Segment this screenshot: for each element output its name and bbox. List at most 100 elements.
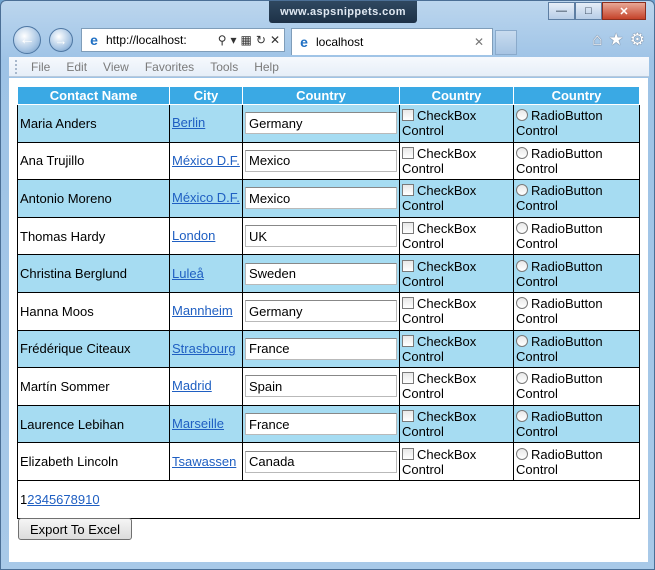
compat-view-icon[interactable]: ▦ — [241, 33, 252, 47]
country-checkbox[interactable] — [402, 410, 414, 423]
search-icon[interactable]: ⚲ — [218, 33, 227, 47]
page-content: Contact Name City Country Country Countr… — [9, 78, 648, 562]
cell-country-checkbox: CheckBox Control — [399, 442, 514, 481]
city-link[interactable]: Strasbourg — [172, 341, 240, 356]
country-textbox[interactable] — [245, 112, 397, 135]
cell-city: México D.F. — [169, 141, 243, 181]
city-link[interactable]: México D.F. — [172, 191, 240, 205]
new-tab-button[interactable] — [495, 30, 517, 55]
country-radio-button[interactable] — [516, 146, 528, 159]
close-tab-icon[interactable]: ✕ — [474, 35, 484, 49]
country-radio-button[interactable] — [516, 222, 528, 235]
cell-contact-name: Thomas Hardy — [17, 216, 170, 256]
country-checkbox[interactable] — [402, 297, 414, 310]
menu-favorites[interactable]: Favorites — [145, 60, 194, 74]
table-row: Laurence Lebihan Marseille CheckBox Cont… — [17, 404, 640, 444]
header-city: City — [169, 86, 243, 105]
country-textbox[interactable] — [245, 300, 397, 323]
cell-country-textbox — [242, 367, 400, 406]
close-window-icon[interactable]: ✕ — [602, 2, 646, 20]
menu-edit[interactable]: Edit — [66, 60, 87, 74]
country-checkbox[interactable] — [402, 259, 414, 272]
country-textbox[interactable] — [245, 375, 397, 398]
country-checkbox[interactable] — [402, 372, 414, 385]
country-textbox[interactable] — [245, 450, 397, 473]
country-radio-button[interactable] — [516, 184, 528, 197]
cell-country-textbox — [242, 291, 400, 331]
stop-icon[interactable]: ✕ — [270, 33, 280, 47]
header-country-textbox: Country — [242, 86, 400, 105]
country-checkbox[interactable] — [402, 334, 414, 347]
maximize-icon[interactable]: □ — [575, 2, 602, 20]
country-checkbox[interactable] — [402, 146, 414, 159]
city-link[interactable]: Madrid — [172, 379, 240, 393]
gear-icon[interactable]: ⚙ — [630, 30, 645, 50]
country-checkbox[interactable] — [402, 184, 414, 197]
cell-city: Madrid — [169, 367, 243, 406]
cell-contact-name: Christina Berglund — [17, 254, 170, 293]
cell-city: México D.F. — [169, 179, 243, 218]
city-link[interactable]: México D.F. — [172, 153, 240, 168]
city-link[interactable]: Mannheim — [172, 304, 240, 318]
cell-city: Marseille — [169, 404, 243, 444]
refresh-icon[interactable]: ↻ — [256, 33, 266, 47]
city-link[interactable]: London — [172, 229, 240, 243]
cell-country-checkbox: CheckBox Control — [399, 216, 514, 256]
pager-page-3[interactable]: 3 — [34, 492, 41, 507]
country-textbox[interactable] — [245, 225, 397, 248]
pager-page-8[interactable]: 8 — [71, 492, 78, 507]
cell-city: Luleå — [169, 254, 243, 293]
country-radio-button[interactable] — [516, 410, 528, 423]
menu-view[interactable]: View — [103, 60, 129, 74]
ie-page-icon: e — [90, 32, 98, 48]
city-link[interactable]: Tsawassen — [172, 454, 240, 469]
cell-country-radio: RadioButton Control — [513, 367, 640, 406]
grid-header-row: Contact Name City Country Country Countr… — [17, 86, 640, 105]
pager-page-7[interactable]: 7 — [63, 492, 70, 507]
country-checkbox[interactable] — [402, 222, 414, 235]
cell-country-checkbox: CheckBox Control — [399, 367, 514, 406]
menu-help[interactable]: Help — [254, 60, 279, 74]
favorites-star-icon[interactable]: ★ — [609, 30, 624, 50]
country-radio-button[interactable] — [516, 372, 528, 385]
menu-tools[interactable]: Tools — [210, 60, 238, 74]
radio-label: RadioButton Control — [516, 108, 603, 139]
city-link[interactable]: Marseille — [172, 417, 240, 431]
export-to-excel-button[interactable]: Export To Excel — [18, 518, 132, 540]
country-radio-button[interactable] — [516, 109, 528, 122]
table-row: Ana Trujillo México D.F. CheckBox Contro… — [17, 141, 640, 181]
city-link[interactable]: Berlin — [172, 116, 240, 130]
cell-country-radio: RadioButton Control — [513, 404, 640, 444]
radio-label: RadioButton Control — [516, 183, 603, 214]
country-textbox[interactable] — [245, 149, 397, 172]
dropdown-icon[interactable]: ▾ — [231, 33, 237, 47]
address-bar[interactable]: e http://localhost: ⚲ ▾ ▦ ↻ ✕ — [81, 28, 285, 52]
cell-city: Tsawassen — [169, 442, 243, 481]
cell-country-checkbox: CheckBox Control — [399, 404, 514, 444]
country-textbox[interactable] — [245, 337, 397, 360]
address-text[interactable]: http://localhost: — [106, 33, 218, 47]
menu-file[interactable]: File — [31, 60, 50, 74]
country-checkbox[interactable] — [402, 109, 414, 122]
minimize-icon[interactable]: — — [548, 2, 575, 20]
tab-localhost[interactable]: e localhost ✕ — [291, 28, 493, 55]
back-icon[interactable]: ← — [13, 26, 41, 54]
country-radio-button[interactable] — [516, 259, 528, 272]
country-radio-button[interactable] — [516, 297, 528, 310]
country-radio-button[interactable] — [516, 334, 528, 347]
cell-country-checkbox: CheckBox Control — [399, 291, 514, 331]
pager-page-4[interactable]: 4 — [42, 492, 49, 507]
tab-title: localhost — [316, 35, 364, 49]
country-checkbox[interactable] — [402, 447, 414, 460]
pager-page-10[interactable]: 10 — [85, 492, 99, 507]
table-row: Antonio Moreno México D.F. CheckBox Cont… — [17, 179, 640, 218]
home-icon[interactable]: ⌂ — [592, 30, 602, 50]
cell-country-radio: RadioButton Control — [513, 254, 640, 293]
country-textbox[interactable] — [245, 413, 397, 436]
forward-icon[interactable]: → — [49, 28, 73, 52]
city-link[interactable]: Luleå — [172, 266, 240, 281]
country-textbox[interactable] — [245, 262, 397, 285]
cell-city: Berlin — [169, 104, 243, 143]
country-radio-button[interactable] — [516, 447, 528, 460]
country-textbox[interactable] — [245, 187, 397, 210]
